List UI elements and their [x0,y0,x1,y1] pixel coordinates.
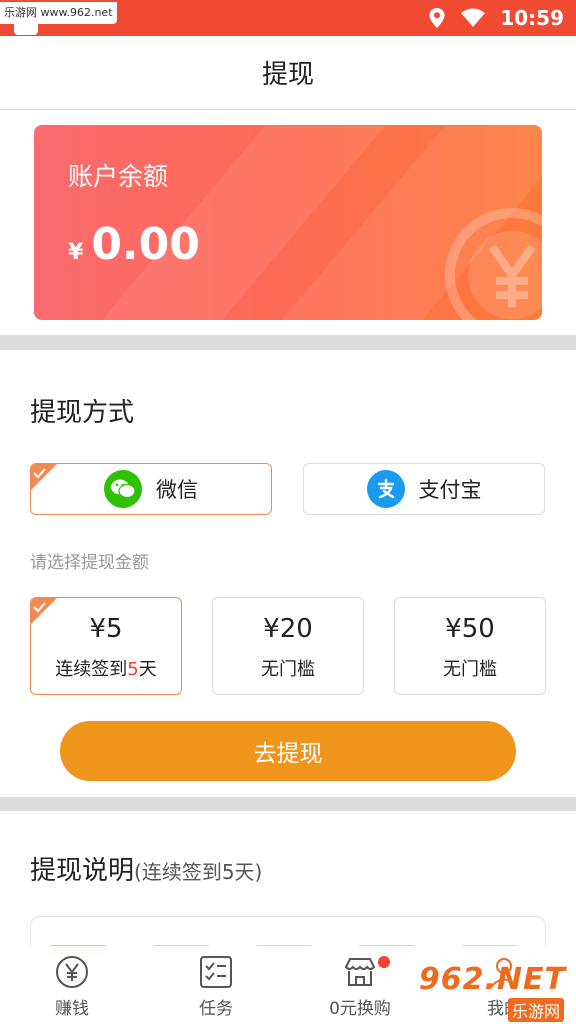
shop-icon [344,958,376,986]
status-bar: 乐游网 www.962.net 10:59 [0,0,576,54]
amount-condition: 连续签到5天 [31,655,181,681]
amount-condition: 无门槛 [261,659,315,680]
wechat-icon [104,470,142,508]
watermark-small: 乐游网 [507,998,564,1022]
yen-coin-icon [56,956,88,988]
balance-card: 账户余额 ¥ 0.00 [34,125,542,320]
method-option-alipay[interactable]: 支付宝 [303,463,545,515]
checklist-icon [200,956,232,988]
page-title: 提现 [261,60,314,90]
amount-condition: 无门槛 [443,659,497,680]
nav-item-tasks[interactable]: 任务 [156,954,276,1019]
wifi-icon [461,8,486,27]
condition-highlight: 5 [127,659,139,680]
status-notification-icons [14,20,76,54]
nav-item-earn[interactable]: 赚钱 [12,954,132,1019]
balance-label: 账户余额 [68,162,169,191]
balance-amount: ¥ 0.00 [68,219,200,270]
instructions-title-text: 提现说明 [30,856,135,886]
instructions-subtitle: (连续签到5天) [134,860,263,884]
section-divider [0,335,576,350]
method-label: 微信 [156,478,198,502]
instructions-title: 提现说明(连续签到5天) [30,850,262,887]
nav-item-exchange[interactable]: 0元换购 [300,954,420,1019]
condition-text: 连续签到 [55,659,128,680]
page-header: 提现 [0,36,576,110]
notification-badge [378,956,390,968]
balance-value: 0.00 [91,219,200,270]
status-time: 10:59 [500,6,564,30]
nav-label: 赚钱 [55,999,89,1019]
amount-value: ¥5 [89,614,123,644]
amount-value: ¥50 [445,614,495,644]
amount-value: ¥20 [263,614,313,644]
withdraw-button[interactable]: 去提现 [60,721,516,781]
condition-text: 天 [138,659,157,680]
amount-option-20[interactable]: ¥20 无门槛 [212,597,364,695]
withdraw-method-title: 提现方式 [30,398,135,428]
alipay-icon [366,470,405,508]
yen-coin-decoration-icon [445,208,542,320]
selected-check-icon [31,464,57,490]
method-option-wechat[interactable]: 微信 [30,463,272,515]
watermark-962: 962.NET 乐游网 [419,962,570,1022]
nav-label: 任务 [199,999,233,1019]
status-icons: 10:59 [428,0,564,36]
watermark-big: 962.NET [418,962,566,997]
amount-option-50[interactable]: ¥50 无门槛 [394,597,546,695]
amount-hint: 请选择提现金额 [30,553,149,573]
method-label: 支付宝 [418,478,482,502]
amount-option-5[interactable]: ¥5 连续签到5天 [30,597,182,695]
nav-label: 0元换购 [329,999,391,1019]
currency-symbol: ¥ [68,240,84,265]
location-icon [429,8,445,28]
section-divider [0,797,576,811]
